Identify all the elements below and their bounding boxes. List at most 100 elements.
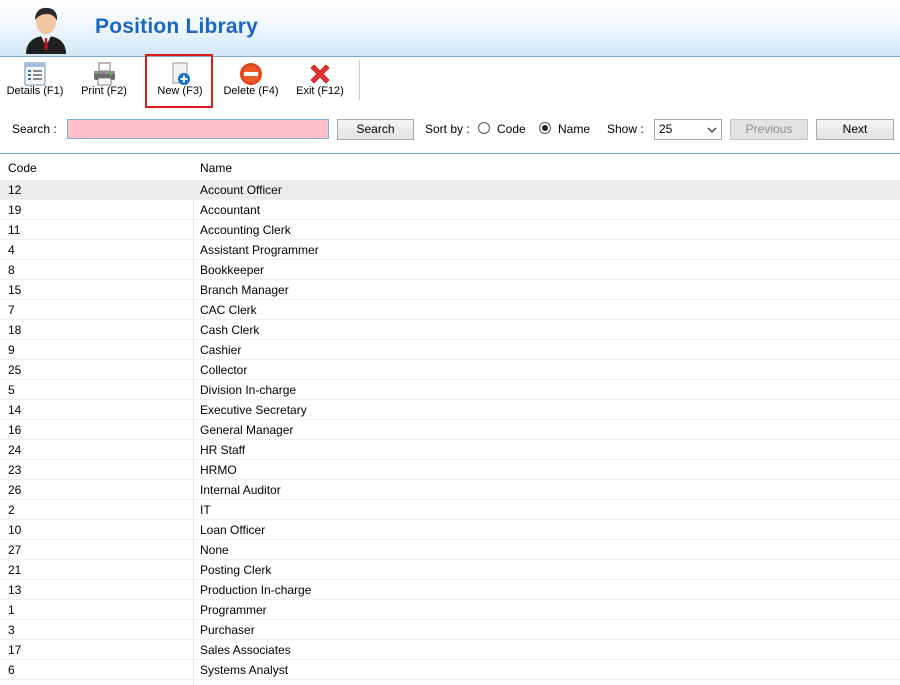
cell-code: 8 — [8, 263, 15, 277]
toolbar-divider — [359, 60, 360, 100]
cell-code: 25 — [8, 363, 22, 377]
cell-name: Cash Clerk — [200, 323, 260, 337]
cell-name: HR Staff — [200, 443, 246, 457]
table-row[interactable]: 12 Account Officer — [0, 180, 900, 200]
user-avatar-icon — [26, 7, 66, 54]
table-row[interactable]: 23 HRMO — [0, 460, 900, 480]
details-icon — [24, 62, 46, 86]
table-row[interactable]: 25 Collector — [0, 360, 900, 380]
cell-name: Internal Auditor — [200, 483, 281, 497]
show-count-select[interactable]: 25 — [654, 119, 722, 140]
table-row[interactable]: 16 General Manager — [0, 420, 900, 440]
toolbar: Details (F1) Print (F2) New (F3) Delete … — [0, 57, 900, 109]
cell-code: 16 — [8, 423, 22, 437]
previous-button[interactable]: Previous — [730, 119, 808, 140]
table-row[interactable]: 1 Programmer — [0, 600, 900, 620]
table-row[interactable]: 7 CAC Clerk — [0, 300, 900, 320]
cell-name: General Manager — [200, 423, 294, 437]
cell-code: 24 — [8, 443, 22, 457]
cell-code: 11 — [8, 223, 21, 237]
cell-name: CAC Clerk — [200, 303, 257, 317]
cell-code: 5 — [8, 383, 15, 397]
cell-code: 12 — [8, 183, 22, 197]
table-row[interactable]: 18 Cash Clerk — [0, 320, 900, 340]
cell-code: 6 — [8, 663, 15, 677]
table-row[interactable]: 24 HR Staff — [0, 440, 900, 460]
cell-name: Loan Officer — [200, 523, 266, 537]
table-body: 12 Account Officer 19 Accountant 11 Accountin… — [0, 180, 900, 680]
sort-name-radio[interactable] — [539, 122, 551, 134]
details-button[interactable]: Details (F1) — [4, 57, 66, 105]
sort-code-label[interactable]: Code — [497, 122, 526, 136]
cell-name: IT — [200, 503, 211, 517]
table-row[interactable]: 27 None — [0, 540, 900, 560]
cell-code: 19 — [8, 203, 22, 217]
cell-code: 9 — [8, 343, 15, 357]
sort-name-label[interactable]: Name — [558, 122, 590, 136]
show-count-value: 25 — [659, 122, 673, 136]
cell-code: 17 — [8, 643, 22, 657]
close-icon — [310, 64, 330, 84]
table-row[interactable]: 5 Division In-charge — [0, 380, 900, 400]
cell-name: Purchaser — [200, 623, 255, 637]
table-row[interactable]: 17 Sales Associates — [0, 640, 900, 660]
cell-code: 18 — [8, 323, 22, 337]
table-row[interactable]: 21 Posting Clerk — [0, 560, 900, 580]
cell-name: Production In-charge — [200, 583, 312, 597]
next-button[interactable]: Next — [816, 119, 894, 140]
printer-icon — [94, 62, 115, 86]
table-row[interactable]: 14 Executive Secretary — [0, 400, 900, 420]
cell-name: Cashier — [200, 343, 242, 357]
print-button[interactable]: Print (F2) — [76, 57, 132, 105]
cell-code: 13 — [8, 583, 22, 597]
cell-code: 7 — [8, 303, 15, 317]
new-button-highlight — [145, 54, 213, 108]
cell-code: 2 — [8, 503, 15, 517]
exit-button-label: Exit (F12) — [296, 85, 344, 97]
cell-name: Systems Analyst — [200, 663, 289, 677]
exit-button[interactable]: Exit (F12) — [292, 57, 348, 105]
table-row[interactable]: 9 Cashier — [0, 340, 900, 360]
cell-name: Executive Secretary — [200, 403, 307, 417]
table-row[interactable]: 11 Accounting Clerk — [0, 220, 900, 240]
table-row[interactable]: 15 Branch Manager — [0, 280, 900, 300]
cell-name: Sales Associates — [200, 643, 291, 657]
cell-code: 1 — [8, 603, 15, 617]
header-bar: Position Library — [0, 0, 900, 57]
cell-code: 4 — [8, 243, 15, 257]
cell-name: Bookkeeper — [200, 263, 265, 277]
search-input[interactable] — [67, 119, 329, 139]
delete-button-label: Delete (F4) — [223, 85, 279, 97]
cell-code: 26 — [8, 483, 22, 497]
table-row[interactable]: 6 Systems Analyst — [0, 660, 900, 680]
cell-name: Accounting Clerk — [200, 223, 291, 237]
sort-code-radio[interactable] — [478, 122, 490, 134]
cell-code: 27 — [8, 543, 22, 557]
page-title: Position Library — [95, 15, 259, 38]
cell-name: Division In-charge — [200, 383, 297, 397]
cell-name: Account Officer — [200, 183, 282, 197]
search-button[interactable]: Search — [337, 119, 414, 140]
table-row[interactable]: 4 Assistant Programmer — [0, 240, 900, 260]
table-row[interactable]: 26 Internal Auditor — [0, 480, 900, 500]
table-row[interactable]: 3 Purchaser — [0, 620, 900, 640]
cell-code: 3 — [8, 623, 15, 637]
cell-code: 10 — [8, 523, 22, 537]
delete-icon — [240, 63, 262, 85]
column-header-name[interactable]: Name — [200, 161, 232, 175]
delete-button[interactable]: Delete (F4) — [220, 57, 282, 105]
table-row[interactable]: 2 IT — [0, 500, 900, 520]
chevron-down-icon — [707, 127, 717, 133]
cell-name: Programmer — [200, 603, 267, 617]
sort-by-label: Sort by : — [425, 122, 470, 136]
column-header-code[interactable]: Code — [8, 161, 37, 175]
table-row[interactable]: 19 Accountant — [0, 200, 900, 220]
table-row[interactable]: 8 Bookkeeper — [0, 260, 900, 280]
table-row[interactable]: 13 Production In-charge — [0, 580, 900, 600]
show-label: Show : — [607, 122, 644, 136]
cell-name: Accountant — [200, 203, 261, 217]
print-button-label: Print (F2) — [81, 85, 127, 97]
table-header: Code Name — [0, 154, 900, 180]
cell-name: Collector — [200, 363, 248, 377]
table-row[interactable]: 10 Loan Officer — [0, 520, 900, 540]
